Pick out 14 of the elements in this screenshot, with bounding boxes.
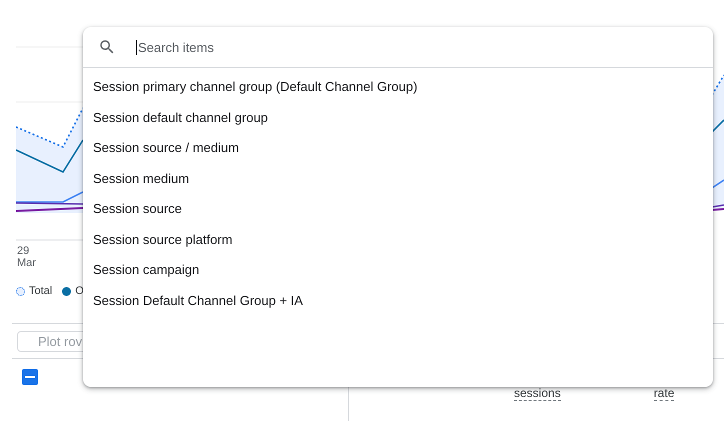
menu-item[interactable]: Session source: [83, 194, 713, 224]
menu-item[interactable]: Session source platform: [83, 224, 713, 255]
menu-item[interactable]: Session default channel group: [83, 102, 713, 133]
menu-item[interactable]: Session Default Channel Group + IA: [83, 286, 713, 316]
search-icon: [98, 38, 116, 56]
menu-item[interactable]: Session source / medium: [83, 133, 713, 164]
axis-label: Mar: [17, 257, 37, 269]
legend-label: O: [75, 285, 84, 297]
checkbox[interactable]: [22, 369, 38, 385]
menu-item[interactable]: Session primary channel group (Default Channel Group): [83, 72, 713, 102]
legend-label: Total: [29, 285, 52, 297]
axis-label: 29: [17, 245, 30, 257]
menu-item[interactable]: Session medium: [83, 164, 713, 194]
menu-item[interactable]: Session campaign: [83, 255, 713, 286]
